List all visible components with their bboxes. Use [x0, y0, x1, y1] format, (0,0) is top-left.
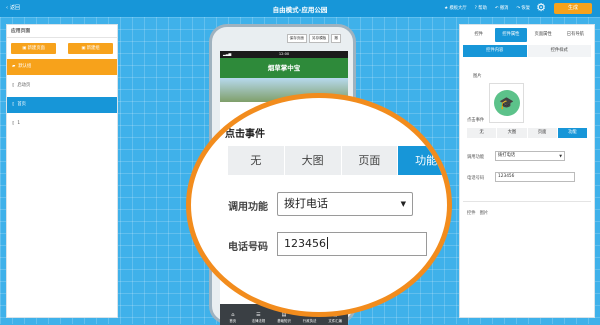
- generate-button[interactable]: 生成: [554, 3, 592, 14]
- pages-panel-title: 应用页面: [7, 25, 117, 38]
- chevron-down-icon: ▼: [559, 154, 562, 158]
- magnified-phone-input[interactable]: 123456: [277, 232, 427, 256]
- call-function-label: 调用功能: [467, 155, 485, 160]
- new-page-button[interactable]: ▣ 新建页面: [11, 43, 56, 54]
- pages-panel: 应用页面 ▣ 新建页面 ▣ 新建组 ▰ 默认组 ▯ 启动页 ▯ 首页 ▯ 1: [6, 24, 118, 318]
- magnified-option-bigimage[interactable]: 大图: [284, 146, 341, 175]
- phone-number-label: 电话号码: [467, 176, 485, 181]
- magnified-click-event-label: 点击事件: [225, 129, 265, 140]
- law-icon: ☰: [256, 312, 261, 318]
- click-event-label: 点击事件: [467, 118, 485, 123]
- chevron-down-icon: ▼: [400, 200, 406, 208]
- gear-icon[interactable]: ⚙: [535, 2, 547, 14]
- tab-widget-props[interactable]: 控件属性: [495, 28, 527, 42]
- properties-subtabs: 控件内容 控件样式: [463, 45, 591, 57]
- image-picker[interactable]: 🎓: [489, 83, 524, 123]
- page-item-home[interactable]: ▯ 首页: [7, 97, 117, 113]
- phone-number-input[interactable]: 123456: [495, 172, 575, 182]
- tab-widgets[interactable]: 控件: [463, 28, 494, 42]
- app-banner[interactable]: 烟草掌中宝: [220, 58, 348, 78]
- event-option-none[interactable]: 无: [467, 128, 497, 138]
- signal-icon: ▂▃▅: [223, 52, 232, 56]
- event-option-function[interactable]: 功能: [557, 128, 587, 138]
- image-label: 图片: [473, 74, 482, 79]
- top-links: ★ 模板大厅 ? 帮助 ↶ 撤消 ↷ 恢复: [444, 5, 530, 11]
- graduation-cap-icon: 🎓: [493, 90, 520, 116]
- properties-tabs: 控件 控件属性 页面属性 已有导航: [460, 28, 594, 42]
- undo-button[interactable]: 撤: [331, 34, 341, 43]
- new-group-button[interactable]: ▣ 新建组: [68, 43, 113, 54]
- magnified-event-options: 无 大图 页面 功能: [228, 146, 447, 175]
- banner-title: 烟草掌中宝: [267, 64, 301, 72]
- status-time: 12:00: [278, 52, 290, 56]
- magnified-call-function-select[interactable]: 拨打电话 ▼: [277, 192, 413, 216]
- phone-tab-home[interactable]: ⌂ 首页: [222, 312, 244, 323]
- help-link[interactable]: ? 帮助: [475, 5, 487, 11]
- page-item-launch[interactable]: ▯ 启动页: [7, 78, 117, 94]
- event-option-page[interactable]: 页面: [527, 128, 557, 138]
- magnified-option-function[interactable]: 功能: [398, 146, 447, 175]
- top-bar: ‹ 返回 自由模式-应用公园 ★ 模板大厅 ? 帮助 ↶ 撤消 ↷ 恢复 ⚙ 生…: [0, 0, 600, 17]
- template-hall-link[interactable]: ★ 模板大厅: [444, 5, 466, 11]
- magnified-phone-label: 电话号码: [228, 242, 268, 253]
- tab-navigation[interactable]: 已有导航: [560, 28, 591, 42]
- tab-widget-style[interactable]: 控件样式: [527, 45, 591, 57]
- redo-link[interactable]: ↷ 恢复: [516, 5, 530, 11]
- magnified-call-function-label: 调用功能: [228, 202, 268, 213]
- page-icon: ▯: [12, 102, 15, 107]
- text-caret: [327, 237, 328, 249]
- status-bar: ▂▃▅ 12:00: [220, 51, 348, 58]
- event-option-bigimage[interactable]: 大图: [497, 128, 527, 138]
- magnifier-callout: 点击事件 无 大图 页面 功能 调用功能 拨打电话 ▼ 电话号码 123456: [186, 93, 452, 317]
- phone-tab-law[interactable]: ☰ 法律法规: [247, 312, 269, 323]
- home-icon: ⌂: [231, 312, 235, 318]
- page-group-default[interactable]: ▰ 默认组: [7, 59, 117, 75]
- divider: [463, 201, 591, 202]
- call-function-select[interactable]: 拨打电话 ▼: [495, 151, 565, 161]
- page-icon: ▯: [12, 121, 15, 126]
- save-template-button[interactable]: 另存模板: [309, 34, 330, 43]
- magnified-option-page[interactable]: 页面: [341, 146, 398, 175]
- properties-panel: 控件 控件属性 页面属性 已有导航 控件内容 控件样式 图片 🎓 点击事件 无 …: [459, 24, 595, 318]
- tab-page-props[interactable]: 页面属性: [528, 28, 559, 42]
- save-page-button[interactable]: 保存页面: [286, 34, 308, 43]
- undo-link[interactable]: ↶ 撤消: [495, 5, 509, 11]
- tab-widget-content[interactable]: 控件内容: [463, 45, 527, 57]
- page-icon: ▯: [12, 83, 15, 88]
- folder-icon: ▰: [12, 64, 16, 69]
- page-item-1[interactable]: ▯ 1: [7, 116, 117, 132]
- click-event-options: 无 大图 页面 功能: [467, 128, 587, 138]
- magnified-option-none[interactable]: 无: [228, 146, 284, 175]
- phone-toolbar: 保存页面 另存模板 撤: [286, 34, 341, 43]
- bottom-info: 控件 图片: [467, 211, 489, 216]
